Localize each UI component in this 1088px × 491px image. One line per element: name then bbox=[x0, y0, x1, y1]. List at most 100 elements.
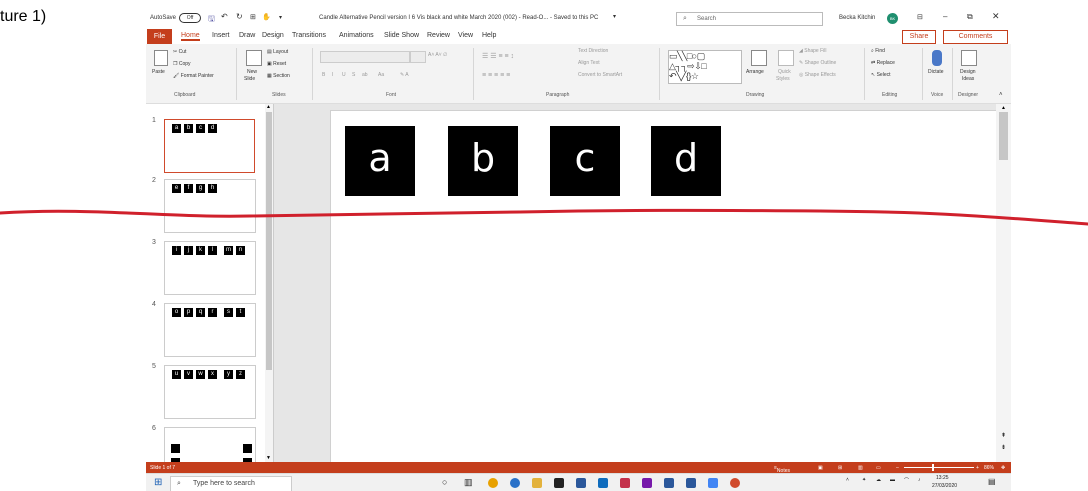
new-slide-label-1[interactable]: New bbox=[247, 69, 257, 75]
windows-start-icon[interactable]: ⊞ bbox=[154, 477, 162, 488]
paste-icon[interactable] bbox=[154, 50, 168, 66]
select-button[interactable]: ↖ Select bbox=[871, 72, 891, 78]
tab-slide-show[interactable]: Slide Show bbox=[384, 32, 419, 39]
slide-scroll-thumb[interactable] bbox=[999, 112, 1008, 160]
letter-tile[interactable]: d bbox=[651, 126, 721, 196]
font-name-select[interactable] bbox=[320, 51, 410, 63]
scroll-up-icon[interactable]: ▲ bbox=[1001, 105, 1006, 111]
slide-thumbnail[interactable] bbox=[164, 427, 256, 467]
clock-time[interactable]: 13:25 bbox=[936, 475, 949, 481]
text-direction-button[interactable]: Text Direction bbox=[578, 48, 608, 54]
quick-styles-label-2[interactable]: Styles bbox=[776, 76, 790, 82]
comments-button[interactable]: Comments bbox=[943, 30, 1008, 44]
highlight-color-icon[interactable]: ✎ A bbox=[400, 72, 409, 78]
restore-icon[interactable]: ⧉ bbox=[967, 12, 973, 22]
redo-icon[interactable]: ↻ bbox=[236, 12, 243, 21]
slide-thumbnail[interactable]: ijklmn bbox=[164, 241, 256, 295]
tab-file[interactable]: File bbox=[147, 29, 172, 44]
convert-smartart-button[interactable]: Convert to SmartArt bbox=[578, 72, 622, 78]
dictate-icon[interactable] bbox=[932, 50, 942, 66]
collapse-ribbon-icon[interactable]: ˄ bbox=[999, 92, 1003, 98]
onenote-icon[interactable] bbox=[642, 478, 652, 488]
abc-button[interactable]: ab bbox=[362, 72, 368, 78]
letter-tile[interactable]: a bbox=[345, 126, 415, 196]
next-slide-icon[interactable]: ⇟ bbox=[1001, 444, 1006, 451]
ribbon-display-icon[interactable]: ⊟ bbox=[917, 13, 923, 21]
zoom-level[interactable]: 86% bbox=[984, 465, 994, 471]
slide-thumbnail[interactable]: abcd bbox=[164, 119, 255, 173]
bullets-icon[interactable]: ☰ ☰ ≡ ≡ ↕ bbox=[482, 52, 514, 60]
zoom-out-icon[interactable]: – bbox=[896, 465, 899, 471]
save-icon[interactable]: 🖫 bbox=[208, 13, 215, 27]
shape-outline-button[interactable]: ✎ Shape Outline bbox=[799, 60, 836, 66]
thumbnails-scroll-thumb[interactable] bbox=[266, 112, 272, 370]
tab-design[interactable]: Design bbox=[262, 32, 284, 39]
dictate-label[interactable]: Dictate bbox=[928, 69, 944, 75]
chrome-icon[interactable] bbox=[488, 478, 498, 488]
title-chevron-icon[interactable]: ▾ bbox=[613, 13, 616, 20]
arrange-label[interactable]: Arrange bbox=[746, 69, 764, 75]
zoom-slider-handle[interactable] bbox=[932, 464, 934, 471]
close-icon[interactable]: ✕ bbox=[992, 11, 1000, 22]
store-icon[interactable] bbox=[554, 478, 564, 488]
word-icon[interactable] bbox=[664, 478, 674, 488]
design-ideas-icon[interactable] bbox=[961, 50, 977, 66]
italic-button[interactable]: I bbox=[332, 72, 333, 78]
copy-button[interactable]: ❐ Copy bbox=[173, 61, 191, 67]
bold-button[interactable]: B bbox=[322, 72, 325, 78]
main-slide[interactable]: a b c d bbox=[330, 110, 998, 464]
search-input[interactable]: ⌕ Search bbox=[676, 12, 823, 26]
font-size-adjust-icon[interactable]: A˄ A˅ ∅ bbox=[428, 52, 447, 58]
normal-view-icon[interactable]: ▣ bbox=[818, 465, 823, 471]
layout-button[interactable]: ▤ Layout bbox=[267, 49, 288, 55]
font-size-select[interactable] bbox=[410, 51, 426, 63]
cut-button[interactable]: ✂ Cut bbox=[173, 49, 186, 55]
tab-draw[interactable]: Draw bbox=[239, 32, 255, 39]
file-explorer-icon[interactable] bbox=[532, 478, 542, 488]
wifi-icon[interactable]: ⌒ bbox=[904, 477, 909, 484]
user-name[interactable]: Becka Kitchin bbox=[839, 15, 875, 21]
section-button[interactable]: ▦ Section bbox=[267, 73, 290, 79]
design-ideas-label-1[interactable]: Design bbox=[960, 69, 976, 75]
app-icon[interactable] bbox=[576, 478, 586, 488]
powerpoint-icon[interactable] bbox=[730, 478, 740, 488]
letter-tile[interactable]: b bbox=[448, 126, 518, 196]
find-button[interactable]: ⌕ Find bbox=[871, 48, 885, 54]
tab-view[interactable]: View bbox=[458, 32, 473, 39]
share-button[interactable]: Share bbox=[902, 30, 936, 44]
clock-date[interactable]: 27/03/2020 bbox=[932, 483, 957, 489]
format-painter-button[interactable]: 🖌 Format Painter bbox=[173, 73, 214, 79]
letter-tile[interactable]: c bbox=[550, 126, 620, 196]
new-slide-icon[interactable] bbox=[246, 50, 262, 66]
task-view-icon[interactable]: ▥ bbox=[464, 477, 473, 488]
fit-to-window-icon[interactable]: ✥ bbox=[1001, 465, 1005, 471]
slide-thumbnail[interactable]: uvwxyz bbox=[164, 365, 256, 419]
replace-button[interactable]: ⇄ Replace bbox=[871, 60, 895, 66]
battery-icon[interactable]: ▬ bbox=[890, 477, 895, 483]
shape-fill-button[interactable]: ◢ Shape Fill bbox=[799, 48, 826, 54]
shapes-gallery[interactable]: ▭╲╲□○▢ △┐┐⇨⇩□ ↶╲╱{}☆ bbox=[668, 50, 742, 84]
previous-slide-icon[interactable]: ⇞ bbox=[1001, 432, 1006, 439]
app-icon[interactable] bbox=[620, 478, 630, 488]
align-icons[interactable]: ≡ ≡ ≡ ≡ ≡ bbox=[482, 72, 510, 79]
avatar[interactable]: BK bbox=[887, 13, 898, 24]
edge-icon[interactable] bbox=[510, 478, 520, 488]
tab-review[interactable]: Review bbox=[427, 32, 450, 39]
notifications-icon[interactable]: ▤ bbox=[988, 477, 996, 486]
tab-home[interactable]: Home bbox=[181, 32, 200, 41]
zoom-slider-track[interactable] bbox=[904, 467, 974, 468]
tab-insert[interactable]: Insert bbox=[212, 32, 230, 39]
cortana-icon[interactable]: ○ bbox=[442, 477, 447, 487]
arrange-icon[interactable] bbox=[751, 50, 767, 66]
cloud-icon[interactable]: ☁ bbox=[876, 477, 881, 483]
slide-thumbnail[interactable]: opqrst bbox=[164, 303, 256, 357]
quick-styles-icon[interactable] bbox=[778, 50, 794, 66]
new-slide-label-2[interactable]: Slide bbox=[244, 76, 255, 82]
scroll-up-icon[interactable]: ▲ bbox=[266, 104, 271, 110]
minimize-icon[interactable]: – bbox=[943, 12, 947, 21]
reset-button[interactable]: ▣ Reset bbox=[267, 61, 286, 67]
tab-animations[interactable]: Animations bbox=[339, 32, 374, 39]
undo-icon[interactable]: ↶ bbox=[221, 12, 228, 21]
slide-sorter-icon[interactable]: ⊞ bbox=[838, 465, 842, 471]
design-ideas-label-2[interactable]: Ideas bbox=[962, 76, 974, 82]
